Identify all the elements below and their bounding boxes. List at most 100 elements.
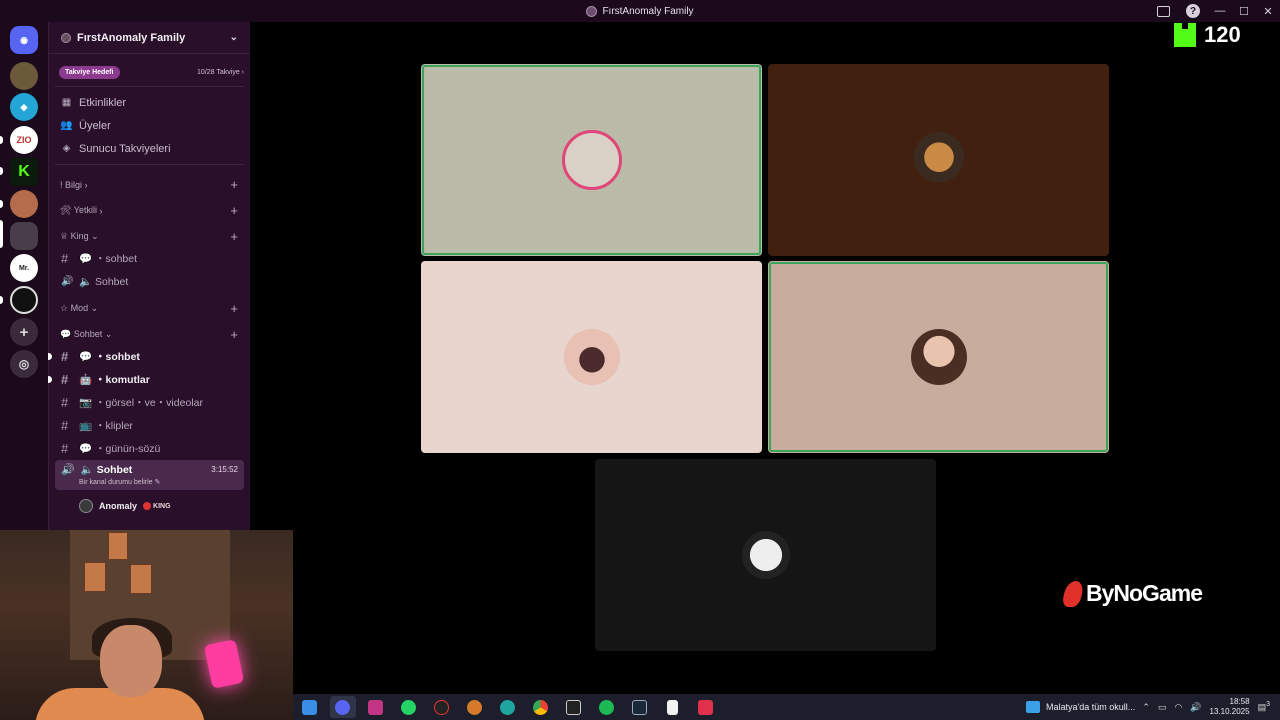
server-icon-8[interactable] <box>10 286 38 314</box>
category-sohbet[interactable]: 💬 Sohbet ⌄ + <box>49 319 250 345</box>
boost-goal[interactable]: Takviye Hedefi 10/28 Takviye › <box>59 64 244 80</box>
taskbar-app-13[interactable] <box>693 696 719 718</box>
speaker-icon: 🔊 <box>61 464 75 476</box>
kick-server-icon[interactable]: K <box>10 158 38 186</box>
add-channel-icon[interactable]: + <box>230 177 238 192</box>
taskbar-instagram[interactable] <box>363 696 389 718</box>
clock-time: 18:58 <box>1229 697 1250 706</box>
taskbar-app-6[interactable] <box>462 696 488 718</box>
active-voice-channel[interactable]: 🔊 🔈 Sohbet 3:15:52 Bir kanal durumu beli… <box>55 460 244 490</box>
server-icon-7[interactable]: Mr. <box>10 254 38 282</box>
server-icon-current[interactable] <box>10 222 38 250</box>
add-channel-icon[interactable]: + <box>230 301 238 316</box>
category-mod[interactable]: ☆ Mod ⌄ + <box>49 293 250 319</box>
channel-king-text[interactable]: # 💬 ・sohbet <box>49 247 250 270</box>
clock[interactable]: 18:58 13.10.2025 <box>1210 697 1250 717</box>
participant-tile-2[interactable] <box>768 64 1109 256</box>
nav-events[interactable]: ▦ Etkinlikler <box>49 91 250 114</box>
channel-sohbet[interactable]: # 💬 ・sohbet <box>48 345 250 368</box>
channel-king-voice[interactable]: 🔊 🔈 Sohbet <box>49 270 250 293</box>
channel-gorsel-ve-videolar[interactable]: # 📷 ・görsel・ve・videolar <box>49 391 250 414</box>
network-icon[interactable]: ▭ <box>1158 702 1167 713</box>
volume-icon[interactable]: 🔊 <box>1190 702 1201 713</box>
spotify-icon <box>599 699 614 715</box>
wall-poster <box>108 532 128 560</box>
news-headline: Malatya'da tüm okull... <box>1046 702 1136 712</box>
unread-pill <box>0 167 3 175</box>
discord-icon <box>335 699 350 715</box>
channel-label: 📺 ・klipler <box>79 420 133 432</box>
taskbar-edge[interactable] <box>495 696 521 718</box>
add-channel-icon[interactable]: + <box>230 327 238 342</box>
taskbar-discord[interactable] <box>329 696 356 718</box>
instagram-icon <box>368 699 383 715</box>
title-bar: FırstAnomaly Family ? — ☐ ✕ <box>0 0 1280 22</box>
bynogame-logo-icon <box>1061 580 1085 607</box>
taskbar-whatsapp[interactable] <box>396 696 422 718</box>
avatar <box>79 499 93 513</box>
minimize-button[interactable]: — <box>1208 0 1232 22</box>
nav-boosts[interactable]: ◈ Sunucu Takviyeleri <box>49 137 250 160</box>
server-icon-5[interactable] <box>10 190 38 218</box>
microphone <box>203 639 245 689</box>
chevron-up-icon[interactable]: ⌃ <box>1142 702 1150 713</box>
participant-tile-4[interactable] <box>768 261 1109 453</box>
channel-label: 🔈 Sohbet <box>79 276 129 288</box>
taskbar-steam[interactable] <box>627 696 653 718</box>
category-king[interactable]: ♕ King ⌄ + <box>49 221 250 247</box>
notification-icon[interactable]: ▤3 <box>1258 701 1270 713</box>
wall-poster <box>84 562 106 592</box>
wifi-icon[interactable]: ◠ <box>1174 702 1182 713</box>
hash-icon: # <box>61 395 69 410</box>
category-label: ♕ King <box>60 231 89 241</box>
inbox-icon[interactable] <box>1157 5 1170 17</box>
steam-icon <box>632 699 647 715</box>
voice-duration: 3:15:52 <box>211 465 238 474</box>
server-icon-1[interactable] <box>10 62 38 90</box>
unread-indicator <box>48 376 52 383</box>
server-header[interactable]: FırstAnomaly Family ⌄ <box>49 22 250 54</box>
close-button[interactable]: ✕ <box>1256 0 1280 22</box>
add-channel-icon[interactable]: + <box>230 229 238 244</box>
king-icon <box>143 502 152 510</box>
news-widget[interactable]: Malatya'da tüm okull... <box>1026 694 1135 720</box>
taskbar-chrome[interactable] <box>528 696 554 718</box>
server-icon-2[interactable]: ◆ <box>10 93 38 121</box>
webcam-overlay <box>0 530 293 720</box>
sponsor-logo: ByNoGame <box>1061 580 1203 607</box>
taskbar-notepad[interactable] <box>660 696 686 718</box>
chrome-icon <box>533 699 548 715</box>
nav-members[interactable]: 👥 Üyeler <box>49 114 250 137</box>
add-server-icon[interactable]: + <box>10 318 38 346</box>
channel-sidebar: FırstAnomaly Family ⌄ Takviye Hedefi 10/… <box>48 22 250 530</box>
taskbar-app-5[interactable] <box>429 696 455 718</box>
taskbar-explorer[interactable] <box>297 696 323 718</box>
discover-icon[interactable]: ◎ <box>10 350 38 378</box>
hash-icon: # <box>61 349 69 364</box>
channel-komutlar[interactable]: # 🤖 ・komutlar <box>48 368 250 391</box>
help-icon[interactable]: ? <box>1186 4 1200 18</box>
edge-icon <box>500 699 515 715</box>
hash-icon: # <box>61 251 69 266</box>
voice-member[interactable]: Anomaly KING <box>49 496 250 516</box>
participant-tile-1[interactable] <box>421 64 762 256</box>
participant-tile-5[interactable] <box>595 459 936 651</box>
channel-gunun-sozu[interactable]: # 💬 ・günün-sözü <box>49 437 250 460</box>
app-icon <box>698 699 713 715</box>
maximize-button[interactable]: ☐ <box>1232 0 1256 22</box>
server-icon-3[interactable]: ZIO <box>10 126 38 154</box>
category-bilgi[interactable]: ! Bilgi › + <box>49 169 250 195</box>
channel-klipler[interactable]: # 📺 ・klipler <box>49 414 250 437</box>
boost-count: 10/28 Takviye › <box>197 68 244 76</box>
taskbar-epic[interactable] <box>561 696 587 718</box>
participant-tile-3[interactable] <box>421 261 762 453</box>
taskbar-spotify[interactable] <box>594 696 620 718</box>
add-channel-icon[interactable]: + <box>230 203 238 218</box>
member-name: Anomaly <box>99 501 138 511</box>
file-icon <box>667 699 678 715</box>
wall-poster <box>130 564 152 594</box>
channel-status[interactable]: Bir kanal durumu belirle ✎ <box>79 478 238 486</box>
category-yetkili[interactable]: 🛠 Yetkili › + <box>49 195 250 221</box>
system-tray: ⌃ ▭ ◠ 🔊 18:58 13.10.2025 ▤3 <box>1142 694 1270 720</box>
discord-home-icon[interactable]: ◉ <box>10 26 38 54</box>
